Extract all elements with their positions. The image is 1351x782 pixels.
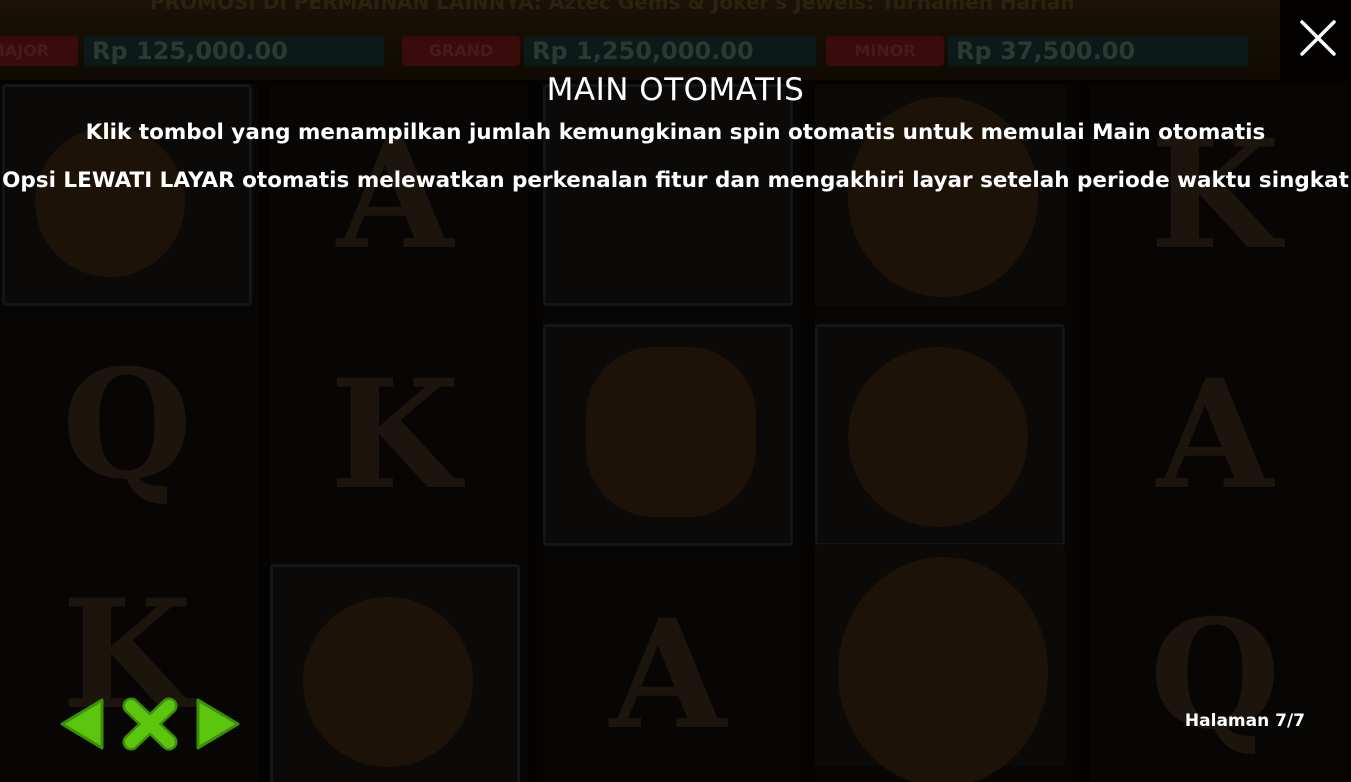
symbol-a: A xyxy=(336,107,454,283)
symbol-k: K xyxy=(329,347,461,523)
symbol-a: A xyxy=(1156,347,1274,523)
page-indicator: Halaman 7/7 xyxy=(1184,711,1305,731)
arrow-left-icon xyxy=(60,698,104,750)
close-icon xyxy=(1300,20,1336,56)
symbol-orange xyxy=(815,324,1065,546)
next-page-button[interactable] xyxy=(194,696,244,752)
info-text-2: Opsi LEWATI LAYAR otomatis melewatkan pe… xyxy=(2,168,1349,193)
jackpot-grand-amount: Rp 1,250,000.00 xyxy=(524,36,816,66)
symbol-a: A xyxy=(609,587,727,763)
jackpot-bar: PROMOSI DI PERMAINAN LAINNYA: Aztec Gems… xyxy=(0,0,1280,80)
symbol-orange xyxy=(2,84,252,306)
jackpot-tag-major: MAJOR xyxy=(0,36,78,66)
jackpot-minor-amount: Rp 37,500.00 xyxy=(948,36,1248,66)
jackpot-tag-minor: MINOR xyxy=(826,36,944,66)
game-board-background: PROMOSI DI PERMAINAN LAINNYA: Aztec Gems… xyxy=(0,0,1351,782)
page-title: MAIN OTOMATIS xyxy=(546,72,805,108)
close-button[interactable] xyxy=(1298,18,1338,58)
symbol-q: Q xyxy=(1149,587,1281,763)
jackpot-major-amount: Rp 125,000.00 xyxy=(84,36,384,66)
symbol-tiger xyxy=(815,84,1065,306)
jackpot-tag-grand: GRAND xyxy=(402,36,520,66)
symbol-orange xyxy=(270,564,520,782)
info-text-1: Klik tombol yang menampilkan jumlah kemu… xyxy=(85,120,1266,145)
arrow-right-icon xyxy=(196,698,240,750)
exit-button[interactable] xyxy=(120,696,180,752)
symbol-drum xyxy=(543,324,793,546)
symbol-k: K xyxy=(1149,107,1281,283)
previous-page-button[interactable] xyxy=(56,696,106,752)
symbol-q: Q xyxy=(61,337,193,513)
symbol-firecracker xyxy=(543,84,793,306)
symbol-lion xyxy=(815,544,1065,782)
promo-ticker: PROMOSI DI PERMAINAN LAINNYA: Aztec Gems… xyxy=(150,0,1075,14)
x-icon xyxy=(122,697,178,751)
